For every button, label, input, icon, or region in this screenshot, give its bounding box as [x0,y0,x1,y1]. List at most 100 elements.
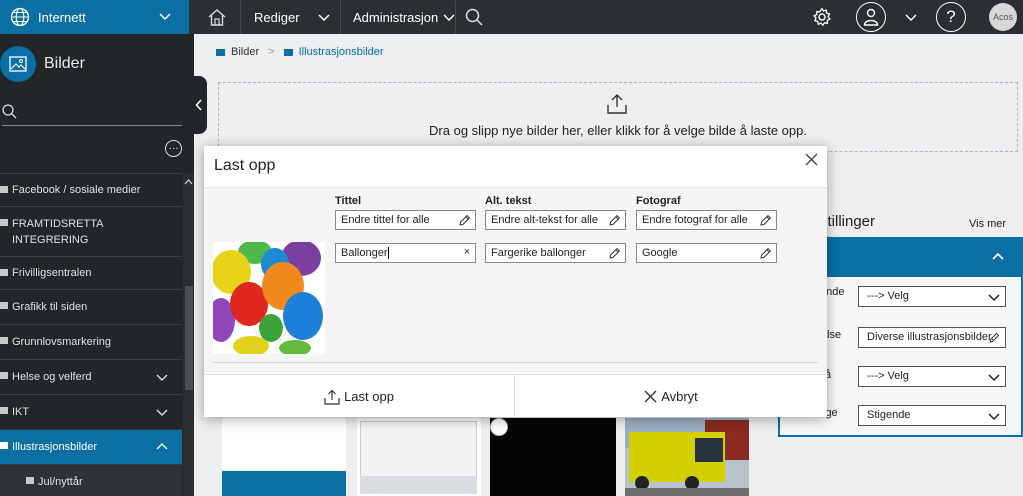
user-icon [856,2,886,32]
folder-list: Facebook / sosiale medier FRAMTIDSRETTA … [0,173,182,496]
breadcrumb-item-illustrasjonsbilder[interactable]: Illustrasjonsbilder [299,46,384,58]
image-thumbnail[interactable] [222,418,346,496]
balloons-image [213,242,325,354]
image-photographer-input[interactable]: Google [636,243,777,263]
sidebar-item-label: Helse og velferd [12,371,92,383]
sidebar-item-grafikk[interactable]: Grafikk til siden [0,289,182,324]
field-text: Endre tittel for alle [341,214,430,226]
column-header-photographer: Fotograf [636,195,681,207]
chevron-down-icon [156,374,168,381]
column-header-title: Tittel [335,195,362,207]
sidebar-item-label: IKT [12,406,30,418]
sidebar-item-label: Grunnlovsmarkering [12,336,112,348]
sidebar-item-illustrasjonsbilder[interactable]: Illustrasjonsbilder [0,429,182,464]
folder-icon [26,477,34,484]
top-bar: Internett Rediger Administrasjon ? Acos [0,0,1023,34]
image-title-input[interactable]: Ballonger × [335,243,476,263]
field-text: Endre fotograf for alle [642,214,748,226]
scrollbar-thumb[interactable] [185,286,193,390]
collapse-sidebar-button[interactable] [191,76,207,134]
menu-admin-label: Administrasjon [353,9,439,25]
sidebar-item-jul[interactable]: Jul/nyttår [0,464,182,496]
folder-icon [0,219,8,226]
menu-edit-dropdown[interactable] [316,0,332,34]
menu-admin[interactable]: Administrasjon [353,0,455,34]
home-button[interactable] [200,0,234,34]
account-avatar[interactable]: Acos [988,0,1018,34]
sidebar-scrollbar[interactable] [183,174,194,496]
home-icon [208,8,226,26]
bulk-alt-field[interactable]: Endre alt-tekst for alle [485,210,626,230]
setting-select-1[interactable]: ---> Velg [858,286,1006,307]
sidebar-item-frivilligsentralen[interactable]: Frivilligsentralen [0,256,182,289]
bulk-photographer-field[interactable]: Endre fotograf for alle [636,210,777,230]
field-text: Endre alt-tekst for alle [491,214,598,226]
sidebar-item-helse[interactable]: Helse og velferd [0,359,182,394]
image-thumbnail[interactable] [625,418,749,496]
image-thumbnail[interactable] [490,418,616,496]
pencil-icon [459,214,471,226]
image-preview [213,242,325,354]
chevron-down-icon [988,374,1000,382]
sidebar-item-facebook[interactable]: Facebook / sosiale medier [0,173,182,206]
sidebar-search-input[interactable] [2,100,182,126]
sidebar-item-grunnlovsmarkering[interactable]: Grunnlovsmarkering [0,324,182,359]
cancel-button[interactable]: Avbryt [515,375,827,418]
upload-button-label: Last opp [344,389,394,404]
field-text: Google [642,247,678,259]
select-value: Stigende [867,409,911,421]
setting-edit-field[interactable]: Diverse illustrasjonsbilder. [858,327,1006,348]
upload-dropzone[interactable]: Dra og slipp nye bilder her, eller klikk… [218,82,1018,152]
user-menu-dropdown[interactable] [903,0,919,34]
chevron-left-icon [195,99,202,111]
image-alt-input[interactable]: Fargerike ballonger [485,243,626,263]
show-more-link[interactable]: Vis mer [969,218,1006,230]
sidebar-item-framtidsretta[interactable]: FRAMTIDSRETTA INTEGRERING [0,206,182,256]
bulk-title-field[interactable]: Endre tittel for alle [335,210,476,230]
sidebar-item-label: Jul/nyttår [38,476,83,488]
sidebar-item-ikt[interactable]: IKT [0,394,182,429]
breadcrumb-item-bilder[interactable]: Bilder [231,46,259,58]
chevron-up-icon [156,443,168,450]
settings-button[interactable] [810,0,834,34]
site-selector[interactable]: Internett [0,0,189,34]
sidebar-title: Bilder [44,55,85,72]
select-value: ---> Velg [867,370,909,382]
chevron-up-icon [992,252,1004,260]
chevron-down-icon [988,294,1000,302]
setting-select-2[interactable]: ---> Velg [858,366,1006,387]
upload-button[interactable]: Last opp [204,375,514,418]
chevron-down-icon [159,13,171,21]
sidebar: Bilder ··· Facebook / sosiale medier FRA… [0,34,194,496]
sidebar-header: Bilder [0,42,194,86]
field-value: Diverse illustrasjonsbilder. [867,331,995,343]
setting-select-3[interactable]: Stigende [858,405,1006,426]
image-thumbnail[interactable] [357,418,481,496]
settings-panel-title: stillinger [820,213,876,230]
user-button[interactable] [855,0,887,34]
search-icon [2,104,17,119]
breadcrumb: Bilder > Illustrasjonsbilder [216,46,384,58]
help-button[interactable]: ? [935,0,967,34]
clear-icon[interactable]: × [464,246,470,258]
sidebar-item-label: Facebook / sosiale medier [12,184,141,196]
divider [240,0,241,34]
menu-edit[interactable]: Rediger [254,0,300,34]
images-icon [0,46,36,82]
sidebar-item-label: FRAMTIDSRETTA INTEGRERING [12,218,103,246]
gear-icon [813,7,831,26]
dialog-footer: Last opp Avbryt [204,374,827,418]
help-icon: ? [936,2,966,32]
more-options-button[interactable]: ··· [165,140,182,157]
dialog-title: Last opp [214,157,276,174]
close-icon[interactable] [805,153,818,171]
pencil-icon [760,214,772,226]
folder-icon [0,372,8,379]
pencil-icon [760,247,772,259]
menu-edit-label: Rediger [254,9,300,25]
sidebar-item-label: Grafikk til siden [12,301,88,313]
field-text: Ballonger [341,247,388,259]
chevron-down-icon [443,14,455,22]
search-button[interactable] [462,0,486,34]
setting-label: lse [827,329,842,341]
